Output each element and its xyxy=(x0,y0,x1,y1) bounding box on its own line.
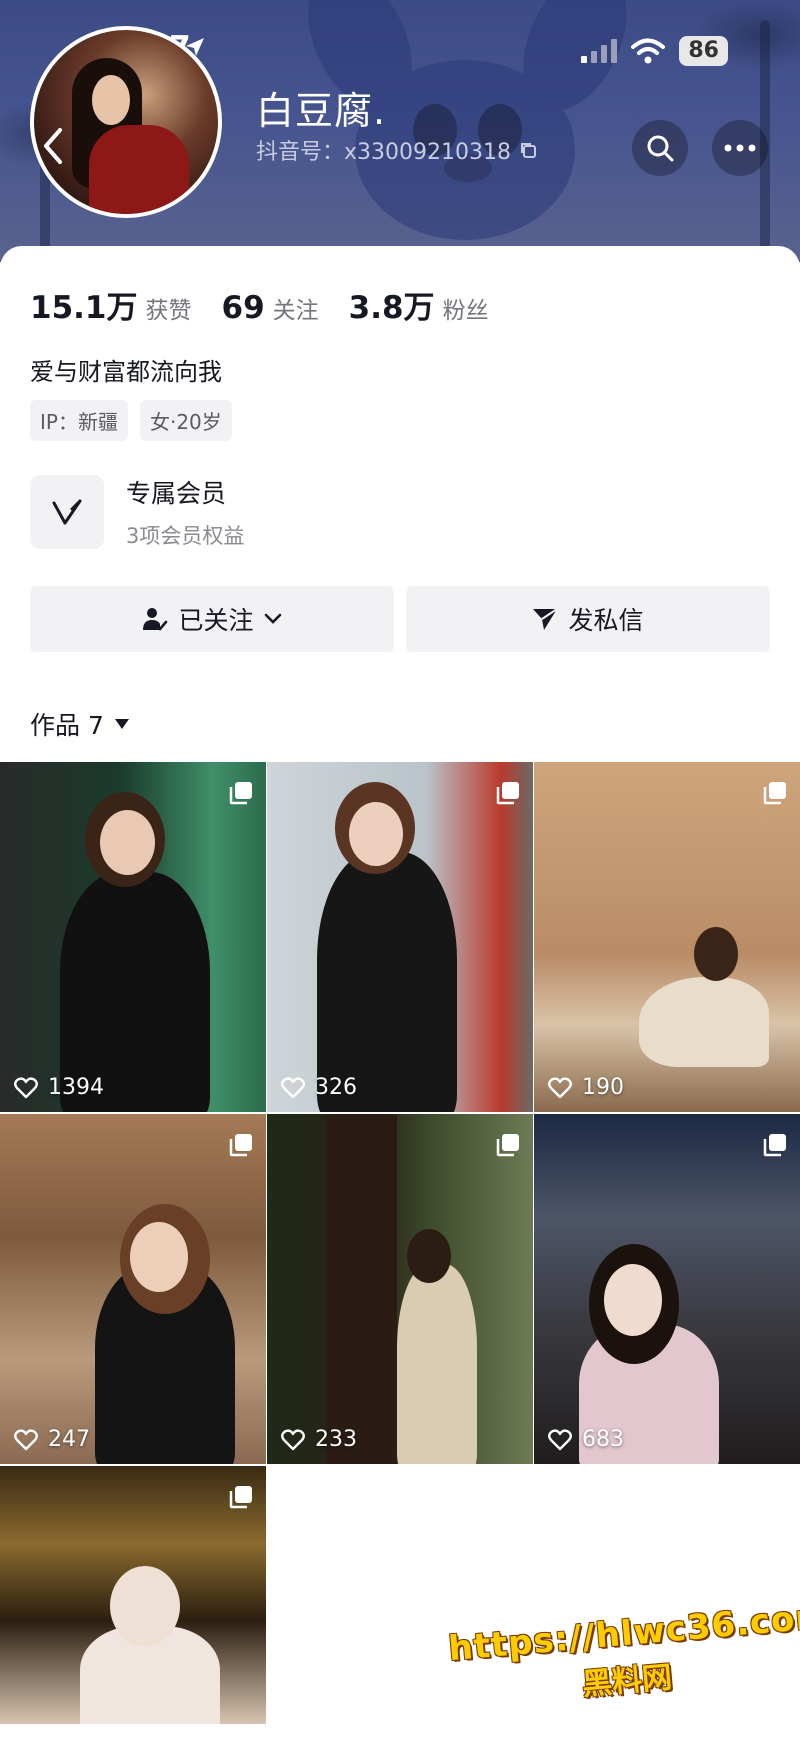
work-item-2[interactable]: 326 xyxy=(267,762,533,1112)
work-item-1[interactable]: 1394 xyxy=(0,762,266,1112)
like-count-value: 247 xyxy=(48,1427,90,1452)
followers-count[interactable]: 3.8万 xyxy=(349,282,435,327)
membership-badge xyxy=(30,475,104,549)
gender-age-tag: 女·20岁 xyxy=(139,400,232,441)
wifi-icon xyxy=(631,38,666,64)
heart-icon xyxy=(548,1076,572,1098)
like-count-value: 683 xyxy=(582,1427,624,1452)
following-label[interactable]: 关注 xyxy=(273,291,319,325)
profile-actions: 已关注 发私信 xyxy=(30,586,770,652)
membership-entry[interactable]: 专属会员 3项会员权益 xyxy=(30,474,244,550)
works-tab[interactable]: 作品 7 xyxy=(30,706,130,742)
like-count-value: 190 xyxy=(582,1075,624,1100)
heart-icon xyxy=(281,1428,305,1450)
work-item-5[interactable]: 233 xyxy=(267,1114,533,1464)
photo-subject-face xyxy=(130,1222,188,1292)
like-count: 247 xyxy=(14,1427,90,1452)
follow-status-label: 已关注 xyxy=(178,606,254,635)
works-grid: 1394 326 190 247 233 683 xyxy=(0,762,800,1724)
profile-banner: 13:17 86 白豆腐. 抖音号：x33009210318 xyxy=(0,0,800,262)
avatar[interactable] xyxy=(30,26,222,218)
photo-subject-head xyxy=(694,927,738,981)
like-count: 326 xyxy=(281,1075,357,1100)
avatar-face xyxy=(92,75,130,125)
photo-subject-face xyxy=(604,1264,662,1336)
followers-label[interactable]: 粉丝 xyxy=(443,291,489,325)
send-message-label: 发私信 xyxy=(568,606,644,635)
follow-status-button[interactable]: 已关注 xyxy=(30,586,394,652)
photo-subject xyxy=(397,1264,477,1464)
work-item-4[interactable]: 247 xyxy=(0,1114,266,1464)
following-count[interactable]: 69 xyxy=(222,290,265,326)
photo-subject xyxy=(639,977,769,1067)
more-button[interactable] xyxy=(712,120,768,176)
back-arrow-icon[interactable] xyxy=(40,126,66,166)
like-count-value: 326 xyxy=(315,1075,357,1100)
multi-image-icon xyxy=(229,782,252,805)
search-button[interactable] xyxy=(632,120,688,176)
chevron-down-icon xyxy=(264,613,281,624)
cellular-signal-icon xyxy=(581,39,618,63)
heart-icon xyxy=(14,1076,38,1098)
photo-subject-face xyxy=(349,802,403,866)
likes-count: 15.1万 xyxy=(30,290,138,326)
multi-image-icon xyxy=(496,1134,519,1157)
ip-location-tag: IP：新疆 xyxy=(30,400,128,441)
douyin-id: 抖音号：x33009210318 xyxy=(256,134,537,166)
send-message-icon xyxy=(533,608,559,630)
likes-label: 获赞 xyxy=(145,298,192,324)
douyin-id-text: 抖音号：x33009210318 xyxy=(256,140,511,165)
like-count: 683 xyxy=(548,1427,624,1452)
profile-tags: IP：新疆 女·20岁 xyxy=(30,400,232,441)
search-icon xyxy=(647,135,674,162)
multi-image-icon xyxy=(763,782,786,805)
work-item-7[interactable] xyxy=(0,1466,266,1724)
works-tab-label: 作品 7 xyxy=(30,711,104,740)
profile-stats: 15.1万 获赞 69 关注 3.8万 粉丝 xyxy=(30,282,519,327)
photo-subject xyxy=(317,852,457,1112)
more-dots-icon xyxy=(724,144,756,152)
send-message-button[interactable]: 发私信 xyxy=(406,586,770,652)
user-followed-icon xyxy=(143,608,168,631)
photo-subject-head xyxy=(110,1566,180,1646)
work-item-3[interactable]: 190 xyxy=(534,762,800,1112)
battery-level: 86 xyxy=(679,36,728,66)
heart-icon xyxy=(281,1076,305,1098)
heart-icon xyxy=(548,1428,572,1450)
copy-icon[interactable] xyxy=(519,141,537,159)
avatar-dress xyxy=(89,125,189,214)
photo-subject-face xyxy=(100,810,155,875)
caret-down-icon xyxy=(114,719,129,729)
nickname: 白豆腐. xyxy=(256,89,387,133)
photo-tree-trunk xyxy=(327,1114,397,1464)
membership-title: 专属会员 xyxy=(126,479,227,508)
like-count: 233 xyxy=(281,1427,357,1452)
bio: 爱与财富都流向我 xyxy=(30,358,222,386)
photo-subject-head xyxy=(407,1229,451,1283)
multi-image-icon xyxy=(229,1486,252,1509)
profile-card: 15.1万 获赞 69 关注 3.8万 粉丝 爱与财富都流向我 IP：新疆 女·… xyxy=(0,246,800,766)
like-count-value: 233 xyxy=(315,1427,357,1452)
membership-subtitle: 3项会员权益 xyxy=(126,524,245,548)
like-count-value: 1394 xyxy=(48,1075,104,1100)
multi-image-icon xyxy=(229,1134,252,1157)
like-count: 1394 xyxy=(14,1075,104,1100)
multi-image-icon xyxy=(496,782,519,805)
membership-v-icon xyxy=(52,499,82,525)
multi-image-icon xyxy=(763,1134,786,1157)
work-item-6[interactable]: 683 xyxy=(534,1114,800,1464)
like-count: 190 xyxy=(548,1075,624,1100)
heart-icon xyxy=(14,1428,38,1450)
